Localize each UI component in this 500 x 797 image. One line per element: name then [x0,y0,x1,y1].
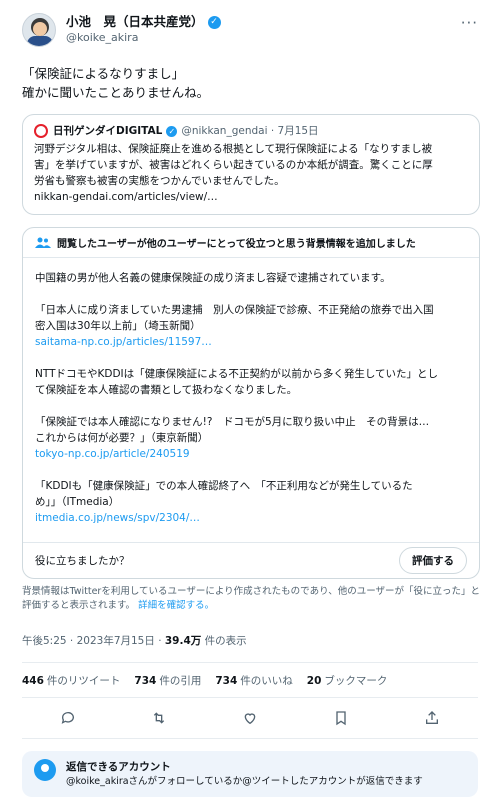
at-mention-icon [34,759,56,781]
reply-restriction-notice: 返信できるアカウント @koike_akiraさんがフォローしているか@ツイート… [22,751,478,797]
retweet-icon[interactable] [151,710,167,726]
quoted-handle: @nikkan_gendai [181,125,268,137]
quoted-link[interactable]: nikkan-gendai.com/articles/view/… [34,189,468,205]
note-paragraph: 「KDDIも「健康保険証」での本人確認終了へ 「不正利用などが発生しているた め… [35,478,467,526]
views-label: 件の表示 [201,635,247,647]
tweet-header: 小池 晃（日本共産党） ✓ @koike_akira [22,12,484,48]
community-note-header: 閲覧したユーザーが他のユーザーにとって役立つと思う背景情報を追加しました [23,228,479,258]
community-note: 閲覧したユーザーが他のユーザーにとって役立つと思う背景情報を追加しました 中国籍… [22,227,480,579]
community-note-heading: 閲覧したユーザーが他のユーザーにとって役立つと思う背景情報を追加しました [57,239,416,250]
action-bar [22,698,478,738]
note-line: め」」（ITmedia） [35,496,120,508]
note-line: NTTドコモやKDDIは「健康保険証による不正契約が以前から多く発生していた」と… [35,368,439,380]
views-count: 39.4万 [164,635,202,647]
verified-icon: ✓ [207,15,221,29]
note-line: 中国籍の男が他人名義の健康保険証の成り済まし容疑で逮捕されています。 [35,272,391,284]
people-icon [35,237,51,248]
tweet-text-line: 「保険証によるなりすまし」 [22,66,185,81]
quoted-text-line: 河野デジタル相は、保険証廃止を進める根拠として現行保険証による「なりすまし被 [34,143,433,155]
note-paragraph: 中国籍の男が他人名義の健康保険証の成り済まし容疑で逮捕されています。 [35,270,467,286]
learn-more-link[interactable]: 詳細を確認する。 [138,600,214,611]
reply-icon[interactable] [60,710,76,726]
bookmarks-stat[interactable]: 20 ブックマーク [307,673,388,688]
likes-stat[interactable]: 734 件のいいね [215,673,292,688]
reply-restriction-title: 返信できるアカウント [66,761,171,773]
author-name[interactable]: 小池 晃（日本共産党） [66,14,204,30]
quoted-date: 7月15日 [277,125,319,137]
retweets-stat[interactable]: 446 件のリツイート [22,673,120,688]
quoted-text-line: 害」を挙げていますが、被害はどれくらい起きているのか本紙が調査。驚くことに厚 [34,159,433,171]
author-handle[interactable]: @koike_akira [66,30,221,46]
tweet-text-line: 確かに聞いたことありませんね。 [22,85,210,100]
note-line: て保険証を本人確認の書類として扱わなくなりました。 [35,384,298,396]
like-icon[interactable] [242,710,258,726]
more-horizontal-icon[interactable]: ··· [461,14,478,32]
share-icon[interactable] [424,710,440,726]
author-info: 小池 晃（日本共産党） ✓ @koike_akira [66,14,221,46]
time-date[interactable]: 午後5:25 · 2023年7月15日 · [22,635,165,647]
tweet-text: 「保険証によるなりすまし」 確かに聞いたことありませんね。 [22,64,484,102]
divider [22,738,478,739]
verified-icon: ✓ [166,125,178,137]
note-paragraph: 「保険証では本人確認になりません!? ドコモが5月に取り扱い中止 その背景は… … [35,414,467,462]
quoted-text-line: 労省も警察も被害の実態をつかんでいませんでした。 [34,175,285,187]
bookmark-icon[interactable] [333,710,349,726]
note-paragraph: 「日本人に成り済ましていた男逮捕 別人の保険証で診療、不正発給の旅券で出入国 密… [35,302,467,350]
engagement-stats: 446 件のリツイート 734 件の引用 734 件のいいね 20 ブックマーク [22,663,484,697]
avatar[interactable] [22,13,56,47]
quoted-avatar [34,124,48,138]
note-source-link[interactable]: tokyo-np.co.jp/article/240519 [35,446,467,462]
quoted-author-name: 日刊ゲンダイDIGITAL [53,125,163,137]
note-line: 「保険証では本人確認になりません!? ドコモが5月に取り扱い中止 その背景は… [35,416,430,428]
note-line: 「日本人に成り済ましていた男逮捕 別人の保険証で診療、不正発給の旅券で出入国 [35,304,434,316]
community-note-body: 中国籍の男が他人名義の健康保険証の成り済まし容疑で逮捕されています。 「日本人に… [23,258,479,526]
note-source-link[interactable]: saitama-np.co.jp/articles/11597… [35,334,467,350]
note-line: 「KDDIも「健康保険証」での本人確認終了へ 「不正利用などが発生しているた [35,480,413,492]
note-source-link[interactable]: itmedia.co.jp/news/spv/2304/… [35,510,467,526]
note-rating-row: 役に立ちましたか？ 評価する [23,542,479,578]
note-paragraph: NTTドコモやKDDIは「健康保険証による不正契約が以前から多く発生していた」と… [35,366,467,398]
quotes-stat[interactable]: 734 件の引用 [134,673,201,688]
tweet-timestamp: 午後5:25 · 2023年7月15日 · 39.4万 件の表示 [22,633,484,648]
helpful-question: 役に立ちましたか？ [35,555,130,567]
quoted-tweet[interactable]: 日刊ゲンダイDIGITAL ✓ @nikkan_gendai · 7月15日 河… [22,114,480,215]
note-line: これからは何が必要？」（東京新聞） [35,432,209,444]
rate-button[interactable]: 評価する [399,547,467,574]
quoted-text: 河野デジタル相は、保険証廃止を進める根拠として現行保険証による「なりすまし被 害… [34,141,468,205]
reply-restriction-description: @koike_akiraさんがフォローしているか@ツイートしたアカウントが返信で… [66,776,423,787]
disclaimer-text: 背景情報はTwitterを利用しているユーザーにより作成されたものであり、他のユ… [22,586,481,611]
tweet: 小池 晃（日本共産党） ✓ @koike_akira ··· 「保険証によるなり… [0,0,500,797]
note-line: 密入国は30年以上前」（埼玉新聞） [35,320,201,332]
note-disclaimer: 背景情報はTwitterを利用しているユーザーにより作成されたものであり、他のユ… [22,585,484,613]
